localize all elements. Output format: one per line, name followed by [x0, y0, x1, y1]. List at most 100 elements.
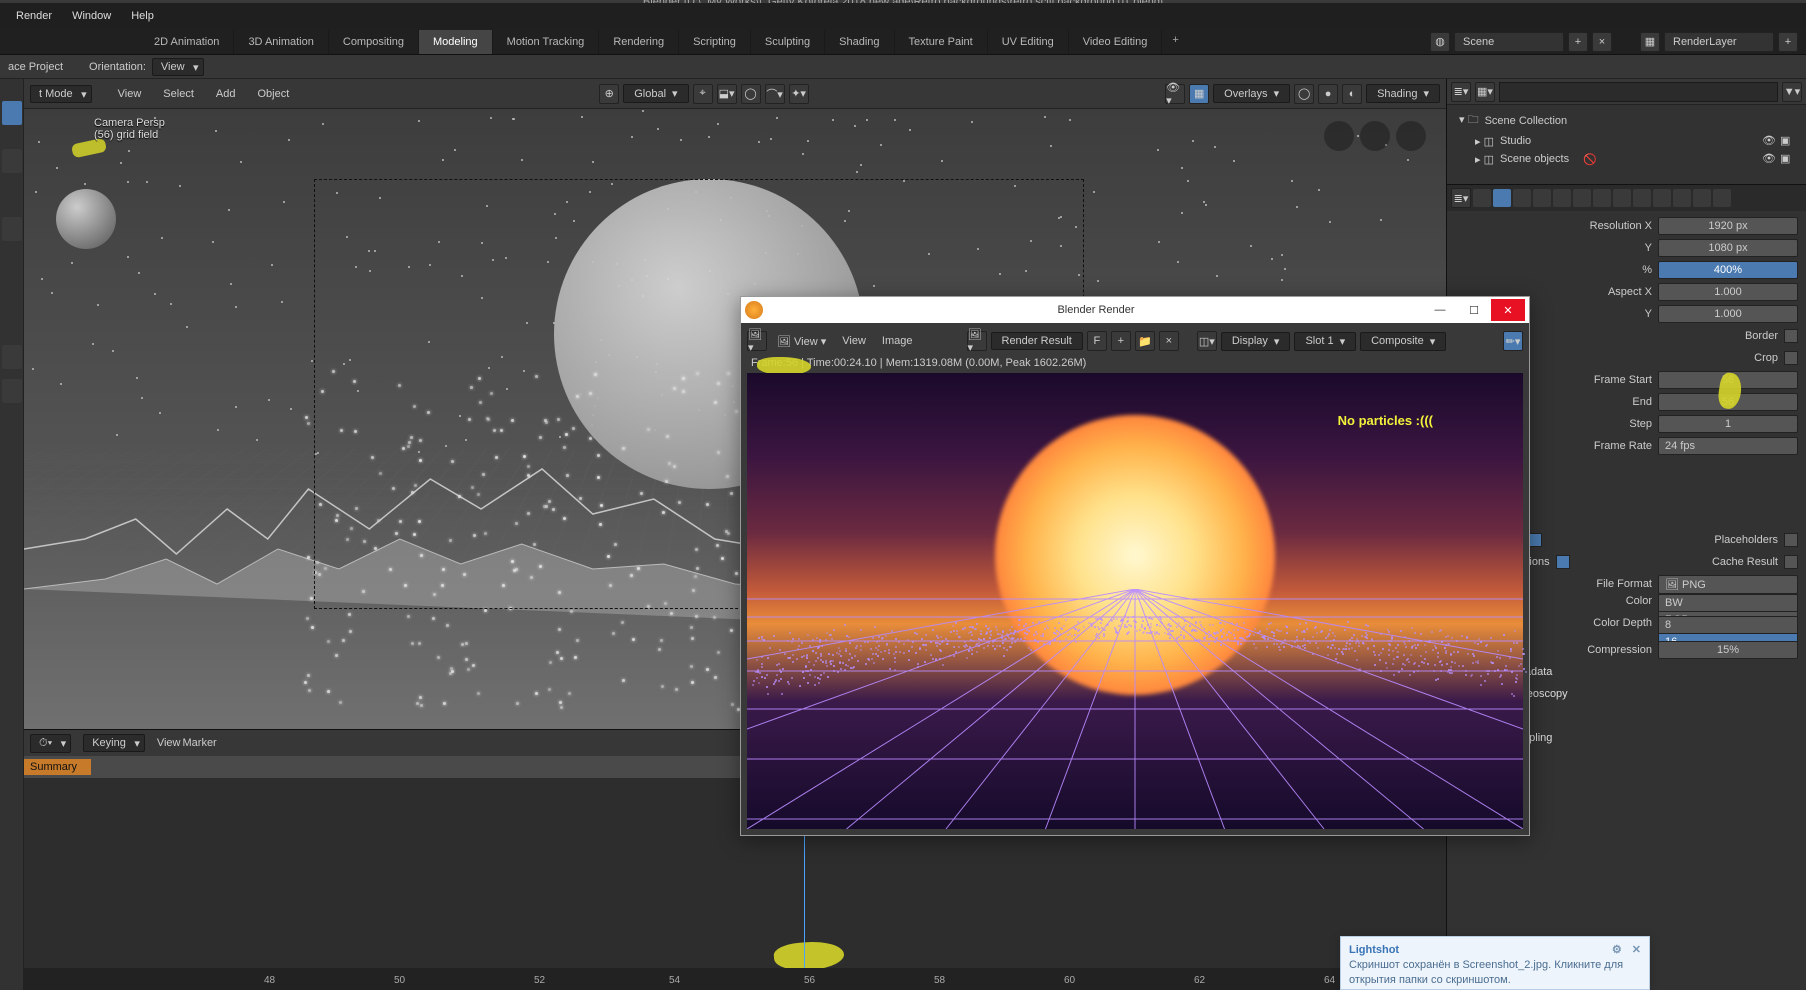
proportional-icon[interactable]: ◯ — [741, 84, 761, 104]
tab-object[interactable] — [1573, 189, 1591, 207]
outliner-item-scene-objects[interactable]: ▸ ◫ Scene objects 🚫 👁 ▣ — [1453, 150, 1800, 168]
eye-icon[interactable]: 👁 — [1762, 134, 1776, 148]
renderlayer-icon[interactable]: ▦ — [1640, 32, 1660, 52]
field-file-format[interactable]: 🖼 PNG — [1658, 575, 1798, 594]
outliner-filter-button[interactable]: ▼▾ — [1782, 82, 1802, 102]
nav-gizmo-orbit[interactable] — [1324, 121, 1354, 151]
renderlayer-field[interactable]: RenderLayer — [1664, 32, 1774, 52]
vp-menu-add[interactable]: Add — [210, 86, 242, 102]
add-image-button[interactable]: + — [1111, 331, 1131, 351]
rw-menu-view2[interactable]: View — [836, 333, 872, 349]
shading-solid[interactable]: ● — [1318, 84, 1338, 104]
eye-icon[interactable]: 👁 — [1762, 152, 1776, 166]
nav-gizmo-pan[interactable] — [1360, 121, 1390, 151]
scene-new-button[interactable]: + — [1568, 32, 1588, 52]
overlays-dropdown[interactable]: Overlays ▾ — [1213, 84, 1290, 103]
tab-world[interactable] — [1553, 189, 1571, 207]
pivot-dropdown[interactable]: ✦▾ — [789, 84, 809, 104]
window-maximize-button[interactable]: ☐ — [1457, 299, 1491, 321]
vp-menu-object[interactable]: Object — [251, 86, 295, 102]
vp-menu-select[interactable]: Select — [157, 86, 200, 102]
toolbar-button-order[interactable] — [2, 149, 22, 173]
outliner-search[interactable] — [1499, 82, 1778, 102]
render-link-dropdown[interactable]: 🖼▾ — [967, 331, 987, 351]
composite-dropdown[interactable]: Composite ▾ — [1360, 332, 1446, 351]
lightshot-settings-icon[interactable]: ⚙ — [1612, 943, 1622, 956]
tab-texture[interactable] — [1713, 189, 1731, 207]
workspace-tab-compositing[interactable]: Compositing — [329, 30, 419, 54]
scene-del-button[interactable]: × — [1592, 32, 1612, 52]
uv-icon[interactable]: ◫▾ — [1197, 331, 1217, 351]
timeline-view-menu[interactable]: View — [157, 737, 181, 749]
workspace-tab-motion-tracking[interactable]: Motion Tracking — [493, 30, 600, 54]
depth-option-8[interactable]: 8 — [1658, 616, 1798, 634]
tab-render-output[interactable] — [1493, 189, 1511, 207]
overlay-toggle[interactable]: ▦ — [1189, 84, 1209, 104]
slot-dropdown[interactable]: Slot 1 ▾ — [1294, 332, 1356, 351]
menu-render[interactable]: Render — [6, 6, 62, 26]
outliner-display-dropdown[interactable]: ▦▾ — [1475, 82, 1495, 102]
toolbar-button-4[interactable] — [2, 379, 22, 403]
shading-dropdown[interactable]: Shading ▾ — [1366, 84, 1440, 103]
render-exclude-icon[interactable]: 🚫 — [1583, 153, 1597, 166]
tab-physics[interactable] — [1633, 189, 1651, 207]
outliner[interactable]: ▾ 🗀 Scene Collection ▸ ◫ Studio 👁 ▣ ▸ ◫ … — [1447, 105, 1806, 185]
tab-mesh[interactable] — [1673, 189, 1691, 207]
selectable-icon[interactable]: ▣ — [1780, 134, 1794, 148]
tab-particle[interactable] — [1613, 189, 1631, 207]
color-option-bw[interactable]: BW — [1658, 594, 1798, 612]
checkbox-cache[interactable] — [1784, 555, 1798, 569]
shading-lookdev[interactable]: ◐ — [1342, 84, 1362, 104]
checkbox-file-ext[interactable] — [1556, 555, 1570, 569]
checkbox-overwrite[interactable] — [1528, 533, 1542, 547]
checkbox-crop[interactable] — [1784, 351, 1798, 365]
field-percentage[interactable]: 400% — [1658, 261, 1798, 279]
nav-gizmo-zoom[interactable] — [1396, 121, 1426, 151]
renderlayer-new-button[interactable]: + — [1778, 32, 1798, 52]
vp-menu-view[interactable]: View — [112, 86, 148, 102]
proportional-dropdown[interactable]: ⌒▾ — [765, 84, 785, 104]
render-canvas[interactable]: No particles :((( — [747, 373, 1523, 829]
render-result-field[interactable]: Render Result — [991, 332, 1083, 350]
workspace-tab-uv-editing[interactable]: UV Editing — [988, 30, 1069, 54]
keying-dropdown[interactable]: Keying — [83, 734, 145, 752]
unlink-button[interactable]: × — [1159, 331, 1179, 351]
snap-icon[interactable]: ⌖ — [693, 84, 713, 104]
scene-field[interactable]: Scene — [1454, 32, 1564, 52]
outliner-item-studio[interactable]: ▸ ◫ Studio 👁 ▣ — [1453, 132, 1800, 150]
window-close-button[interactable]: ✕ — [1491, 299, 1525, 321]
workspace-tab-sculpting[interactable]: Sculpting — [751, 30, 825, 54]
field-step[interactable]: 1 — [1658, 415, 1798, 433]
orientation-icon[interactable]: ⊕ — [599, 84, 619, 104]
checkbox-placeholders[interactable] — [1784, 533, 1798, 547]
toolbar-button-3[interactable] — [2, 345, 22, 369]
menu-window[interactable]: Window — [62, 6, 121, 26]
orientation-dropdown[interactable]: View — [152, 58, 204, 76]
lightshot-notification[interactable]: Lightshot ⚙✕ Скриншот сохранён в Screens… — [1340, 936, 1650, 990]
outliner-scene-collection[interactable]: ▾ 🗀 Scene Collection — [1453, 109, 1800, 132]
fake-user-button[interactable]: F — [1087, 331, 1107, 351]
workspace-tab-video-editing[interactable]: Video Editing — [1069, 30, 1163, 54]
field-aspect-x[interactable]: 1.000 — [1658, 283, 1798, 301]
tab-viewlayer[interactable] — [1513, 189, 1531, 207]
display-dropdown[interactable]: Display ▾ — [1221, 332, 1291, 351]
field-aspect-y[interactable]: 1.000 — [1658, 305, 1798, 323]
scene-icon[interactable]: ◍ — [1430, 32, 1450, 52]
field-resolution-y[interactable]: 1080 px — [1658, 239, 1798, 257]
shading-wire[interactable]: ◯ — [1294, 84, 1314, 104]
open-image-button[interactable]: 📁 — [1135, 331, 1155, 351]
workspace-add-button[interactable]: + — [1162, 30, 1188, 54]
checkbox-border[interactable] — [1784, 329, 1798, 343]
transform-orientation-dropdown[interactable]: Global ▾ — [623, 84, 688, 103]
render-titlebar[interactable]: Blender Render — ☐ ✕ — [741, 297, 1529, 323]
workspace-tab-shading[interactable]: Shading — [825, 30, 894, 54]
workspace-tab-modeling[interactable]: Modeling — [419, 30, 493, 54]
workspace-tab-texture-paint[interactable]: Texture Paint — [895, 30, 988, 54]
workspace-tab-rendering[interactable]: Rendering — [599, 30, 679, 54]
tab-scene[interactable] — [1533, 189, 1551, 207]
visibility-dropdown[interactable]: 👁▾ — [1165, 84, 1185, 104]
tab-material[interactable] — [1693, 189, 1711, 207]
image-editor-dropdown[interactable]: 🖼▾ — [747, 331, 767, 351]
workspace-tab-scripting[interactable]: Scripting — [679, 30, 751, 54]
field-resolution-x[interactable]: 1920 px — [1658, 217, 1798, 235]
